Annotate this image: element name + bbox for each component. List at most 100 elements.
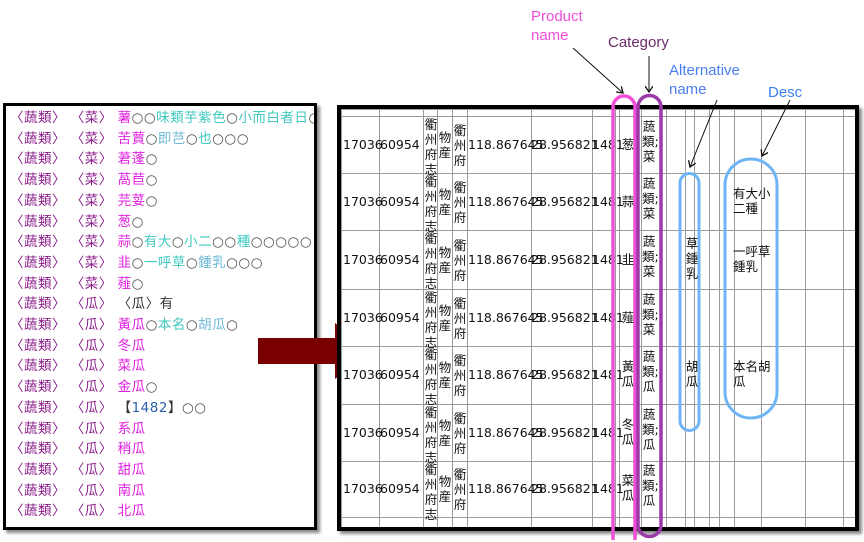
source-category: 〈蔬類〉 [10, 213, 66, 230]
cell-id1: 17036 [343, 251, 383, 267]
source-token-circ: ○ [145, 151, 158, 168]
source-category: 〈蔬類〉 [10, 254, 66, 271]
source-token-circ: ○ [171, 234, 185, 251]
cell-desc: 有大小二種 [733, 185, 771, 216]
source-token-circ: ○○ [131, 110, 157, 126]
source-line: 〈蔬類〉 〈瓜〉 系瓜 [10, 419, 146, 439]
cell-desc: 本名胡瓜 [733, 359, 771, 389]
cell-type: 物産 [438, 302, 452, 333]
source-token-desc: 小而白者日 [238, 110, 309, 126]
source-token-circ: ○ [226, 110, 239, 126]
source-token-prod: 薯 [117, 110, 132, 126]
source-token-alt: 即芑 [157, 130, 186, 147]
source-subcategory: 〈菜〉 [66, 213, 118, 230]
cell-product-name: 葱 [621, 136, 635, 152]
source-token-prod: 北瓜 [117, 503, 146, 520]
cell-source: 衢州府志 [424, 174, 438, 234]
source-category: 〈蔬類〉 [10, 441, 66, 458]
source-text-panel: 〈蔬類〉 〈菜〉 薯○○味類芋紫色○小而白者日○○山〈蔬類〉 〈菜〉 苦蕒○即芑… [3, 103, 317, 530]
source-token-circ: ○ [131, 254, 144, 271]
source-token-circ: ○ [185, 130, 199, 147]
source-token-circ: ○○ [308, 110, 314, 126]
source-token-plain: 〈瓜〉有 [117, 296, 174, 313]
source-line: 〈蔬類〉 〈瓜〉 〈瓜〉有 [10, 294, 174, 314]
source-token-plain: 【 [117, 399, 132, 416]
alternative-name-label: Alternative name [669, 61, 740, 99]
source-category: 〈蔬類〉 [10, 275, 66, 292]
source-token-circ: ○ [145, 379, 158, 396]
cell-id1: 17036 [343, 481, 383, 496]
source-token-circ: ○○○ [212, 130, 249, 147]
cell-year: 1481 [592, 424, 624, 440]
cell-id1: 17036 [343, 136, 383, 152]
cell-product-name: 韭 [621, 251, 635, 267]
source-subcategory: 〈瓜〉 [66, 337, 118, 354]
cell-category: 蔬類;菜 [642, 233, 659, 279]
source-token-desc: 有大 [143, 234, 172, 251]
cell-type: 物産 [438, 474, 452, 504]
cell-alternative-name: 草鍾乳 [685, 235, 699, 281]
source-token-desc: 種 [236, 234, 251, 251]
cell-source: 衢州府志 [424, 117, 438, 177]
cell-place: 衢州府 [453, 237, 467, 283]
source-token-alt: 鍾乳 [198, 254, 227, 271]
cell-place: 衢州府 [453, 122, 467, 168]
source-token-circ: ○○ [181, 399, 207, 416]
source-category: 〈蔬類〉 [10, 399, 66, 416]
cell-alternative-name: 胡瓜 [685, 359, 699, 389]
cell-id2: 60954 [380, 367, 420, 382]
cell-year: 1481 [592, 136, 624, 152]
cell-year: 1481 [592, 367, 624, 382]
source-subcategory: 〈瓜〉 [66, 441, 118, 458]
source-token-circ: ○○○○○ [250, 234, 313, 251]
product-name-label: Product name [531, 7, 583, 45]
product-name-label-line1: Product [531, 8, 583, 25]
cell-year: 1481 [592, 251, 624, 267]
source-token-circ: ○○ [212, 234, 237, 251]
cell-product-name: 菜瓜 [621, 473, 635, 503]
source-token-circ: ○ [145, 317, 158, 333]
cell-type: 物産 [438, 417, 452, 448]
cell-id2: 60954 [380, 424, 420, 440]
source-token-prod: 蒜 [117, 234, 132, 251]
source-category: 〈蔬類〉 [10, 503, 66, 520]
cell-category: 蔬類;菜 [642, 291, 659, 337]
cell-source: 衢州府志 [424, 347, 438, 407]
source-token-prod: 冬瓜 [117, 337, 146, 354]
source-category: 〈蔬類〉 [10, 296, 66, 313]
source-token-circ: ○ [185, 317, 199, 333]
source-token-circ: ○ [131, 234, 144, 251]
source-category: 〈蔬類〉 [10, 461, 66, 478]
source-token-prod: 莙蓬 [117, 151, 146, 168]
cell-type: 物産 [438, 129, 452, 160]
source-line: 〈蔬類〉 〈瓜〉 【1482】○○ [10, 398, 207, 418]
cell-year: 1481 [592, 481, 624, 496]
source-token-prod: 葱 [117, 213, 132, 230]
cell-place: 衢州府 [453, 410, 467, 456]
source-token-circ: ○ [145, 192, 158, 209]
cell-category: 蔬類;瓜 [642, 463, 659, 508]
source-line: 〈蔬類〉 〈菜〉 苦蕒○即芑○也○○○ [10, 129, 249, 149]
desc-label: Desc [768, 84, 803, 101]
source-subcategory: 〈菜〉 [66, 275, 118, 292]
cell-id2: 60954 [380, 251, 420, 267]
source-category: 〈蔬類〉 [10, 110, 66, 126]
cell-category: 蔬類;瓜 [642, 406, 659, 452]
source-subcategory: 〈菜〉 [66, 151, 118, 168]
source-subcategory: 〈菜〉 [66, 172, 118, 189]
source-line: 〈蔬類〉 〈瓜〉 冬瓜 [10, 336, 146, 356]
source-token-desc: 小二 [184, 234, 213, 251]
source-token-prod: 芫荽 [117, 192, 146, 209]
source-token-circ: ○ [131, 275, 144, 292]
source-token-prod: 金瓜 [117, 379, 146, 396]
source-category: 〈蔬類〉 [10, 420, 66, 437]
source-token-num: 1482 [131, 399, 168, 416]
source-token-prod: 稍瓜 [117, 441, 146, 458]
cell-latitude: 28.956821 [531, 367, 599, 382]
cell-latitude: 28.956821 [531, 193, 599, 209]
source-subcategory: 〈瓜〉 [66, 358, 118, 375]
source-subcategory: 〈瓜〉 [66, 461, 118, 478]
source-subcategory: 〈菜〉 [66, 192, 118, 209]
source-token-plain: 】 [167, 399, 182, 416]
source-category: 〈蔬類〉 [10, 234, 66, 251]
